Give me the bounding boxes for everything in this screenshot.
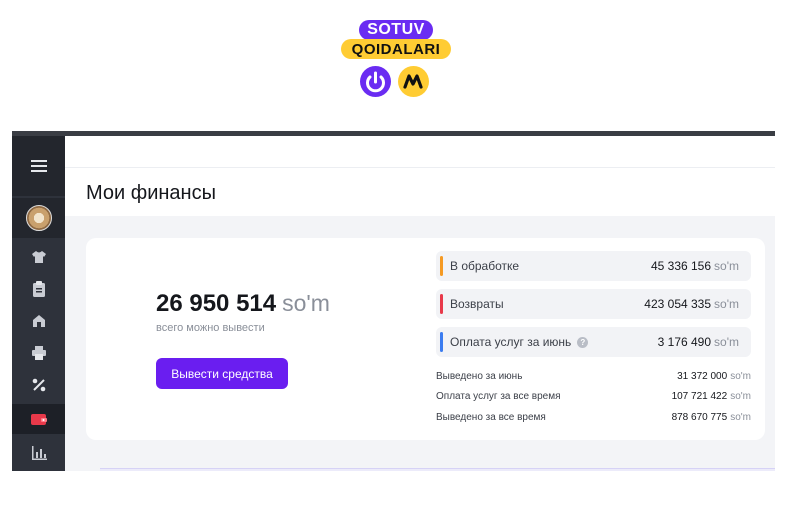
logo-line2: QOIDALARI bbox=[341, 39, 451, 59]
sidebar-item-orders[interactable] bbox=[12, 274, 65, 304]
clipboard-icon bbox=[32, 281, 45, 297]
logo-line1: SOTUV bbox=[359, 20, 433, 40]
stat-returns: Возвраты 423 054 335 so'm bbox=[436, 289, 751, 319]
help-icon[interactable]: ? bbox=[577, 337, 589, 348]
sidebar bbox=[12, 136, 65, 471]
page-title: Мои финансы bbox=[86, 182, 216, 204]
summary-value: 107 721 422 so'm bbox=[672, 391, 751, 402]
summary-label: Выведено за июнь bbox=[436, 371, 523, 382]
summary-row: Выведено за июнь 31 372 000 so'm bbox=[436, 371, 751, 385]
sidebar-item-promotions[interactable] bbox=[12, 370, 65, 400]
withdraw-button[interactable]: Вывести средства bbox=[156, 358, 288, 389]
percent-icon bbox=[32, 378, 45, 392]
stat-label: Возвраты bbox=[450, 297, 504, 311]
next-section-edge bbox=[100, 468, 775, 471]
balance-caption: всего можно вывести bbox=[156, 322, 265, 334]
shop-icon bbox=[32, 315, 45, 327]
power-icon bbox=[360, 66, 391, 97]
sidebar-item-finances[interactable] bbox=[12, 404, 65, 434]
finances-card: 26 950 514 so'm всего можно вывести Вывес… bbox=[86, 238, 765, 440]
summary-row: Оплата услуг за все время 107 721 422 so'… bbox=[436, 391, 751, 405]
summary-amount: 107 721 422 bbox=[671, 391, 728, 402]
sidebar-item-shop[interactable] bbox=[12, 306, 65, 336]
stat-label: Оплата услуг за июнь? bbox=[450, 335, 589, 349]
stat-label-text: Оплата услуг за июнь bbox=[450, 335, 572, 349]
sotuv-qoidalari-logo: SOTUV QOIDALARI bbox=[337, 20, 455, 100]
stat-amount: 45 336 156 bbox=[650, 259, 712, 273]
chart-icon bbox=[31, 446, 47, 460]
yandex-market-icon bbox=[398, 66, 429, 97]
summary-value: 878 670 775 so'm bbox=[672, 412, 751, 423]
sidebar-item-analytics[interactable] bbox=[12, 438, 65, 468]
summary-currency: so'm bbox=[730, 391, 751, 402]
stat-amount: 3 176 490 bbox=[657, 335, 712, 349]
wallet-icon bbox=[30, 414, 47, 425]
summary-amount: 878 670 775 bbox=[671, 412, 728, 423]
summary-label: Выведено за все время bbox=[436, 412, 546, 423]
stat-value: 423 054 335 so'm bbox=[644, 297, 739, 311]
stat-processing: В обработке 45 336 156 so'm bbox=[436, 251, 751, 281]
stat-services: Оплата услуг за июнь? 3 176 490 so'm bbox=[436, 327, 751, 357]
balance-currency: so'm bbox=[282, 290, 330, 316]
stat-label: В обработке bbox=[450, 259, 520, 273]
title-bar: Мои финансы bbox=[65, 168, 775, 216]
printer-icon bbox=[31, 346, 46, 360]
avatar bbox=[25, 205, 52, 231]
screenshot: SOTUV QOIDALARI Мои финансы 26 950 514 s… bbox=[0, 0, 800, 519]
stat-amount: 423 054 335 bbox=[644, 297, 712, 311]
summary-currency: so'm bbox=[730, 412, 751, 423]
stat-currency: so'm bbox=[714, 335, 739, 349]
sidebar-item-print[interactable] bbox=[12, 338, 65, 368]
summary-row: Выведено за все время 878 670 775 so'm bbox=[436, 412, 751, 426]
menu-icon bbox=[30, 160, 47, 172]
menu-button[interactable] bbox=[12, 136, 65, 196]
services-indicator bbox=[440, 332, 443, 352]
summary-currency: so'm bbox=[730, 371, 751, 382]
sidebar-item-products[interactable] bbox=[12, 242, 65, 272]
balance-amount: 26 950 514 bbox=[156, 290, 277, 317]
stat-value: 45 336 156 so'm bbox=[651, 259, 739, 273]
profile-button[interactable] bbox=[12, 198, 65, 238]
returns-indicator bbox=[440, 294, 443, 314]
processing-indicator bbox=[440, 256, 443, 276]
app-window: Мои финансы 26 950 514 so'm всего можно в… bbox=[12, 131, 775, 471]
top-bar bbox=[65, 136, 775, 168]
available-balance: 26 950 514 so'm bbox=[156, 290, 330, 318]
summary-label: Оплата услуг за все время bbox=[436, 391, 561, 402]
summary-amount: 31 372 000 bbox=[677, 371, 728, 382]
stat-currency: so'm bbox=[714, 259, 739, 273]
stat-currency: so'm bbox=[714, 297, 739, 311]
tshirt-icon bbox=[31, 251, 46, 263]
summary-value: 31 372 000 so'm bbox=[677, 371, 751, 382]
stat-value: 3 176 490 so'm bbox=[658, 335, 739, 349]
